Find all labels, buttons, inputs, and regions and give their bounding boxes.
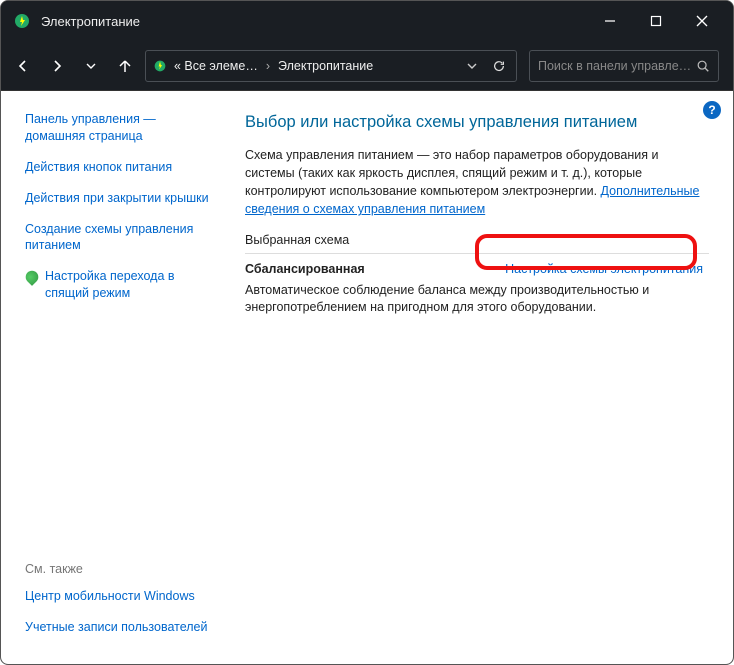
page-heading: Выбор или настройка схемы управления пит…: [245, 113, 709, 132]
address-bar[interactable]: « Все элеме… › Электропитание: [145, 50, 517, 82]
shield-icon: [23, 268, 41, 286]
address-dropdown[interactable]: [466, 60, 478, 72]
see-also-mobility-center[interactable]: Центр мобильности Windows: [25, 588, 211, 605]
back-button[interactable]: [15, 58, 31, 74]
plan-name: Сбалансированная: [245, 262, 365, 276]
titlebar: Электропитание: [1, 1, 733, 41]
refresh-button[interactable]: [492, 59, 506, 73]
window-title: Электропитание: [41, 14, 587, 29]
breadcrumb-separator: ›: [264, 59, 272, 73]
plan-settings-link[interactable]: Настройка схемы электропитания: [505, 262, 703, 276]
sidebar-item-create-plan[interactable]: Создание схемы управления питанием: [25, 221, 211, 255]
search-input[interactable]: Поиск в панели управлен…: [529, 50, 719, 82]
sidebar-item-sleep-settings[interactable]: Настройка перехода в спящий режим: [45, 268, 211, 302]
up-button[interactable]: [117, 58, 133, 74]
search-icon[interactable]: [696, 59, 710, 73]
close-button[interactable]: [679, 1, 725, 41]
maximize-button[interactable]: [633, 1, 679, 41]
sidebar-item-button-actions[interactable]: Действия кнопок питания: [25, 159, 172, 176]
sidebar-item-lid-actions[interactable]: Действия при закрытии крышки: [25, 190, 209, 207]
forward-button[interactable]: [49, 58, 65, 74]
power-plan-row: Сбалансированная Настройка схемы электро…: [245, 262, 709, 276]
content-area: ? Панель управления — домашняя страница …: [1, 91, 733, 664]
sidebar: Панель управления — домашняя страница Де…: [1, 91, 221, 664]
nav-buttons: [15, 58, 133, 74]
sidebar-item-home[interactable]: Панель управления — домашняя страница: [25, 111, 211, 145]
app-icon: [13, 12, 31, 30]
window: Электропитание: [0, 0, 734, 665]
address-icon: [152, 58, 168, 74]
plan-description: Автоматическое соблюдение баланса между …: [245, 282, 709, 317]
search-placeholder: Поиск в панели управлен…: [538, 59, 696, 73]
see-also-user-accounts[interactable]: Учетные записи пользователей: [25, 619, 211, 636]
minimize-button[interactable]: [587, 1, 633, 41]
see-also-label: См. также: [25, 562, 211, 576]
main-panel: Выбор или настройка схемы управления пит…: [221, 91, 733, 664]
navbar: « Все элеме… › Электропитание Поиск в па…: [1, 41, 733, 91]
breadcrumb-parent[interactable]: « Все элеме…: [174, 59, 258, 73]
window-controls: [587, 1, 725, 41]
recent-dropdown[interactable]: [83, 58, 99, 74]
page-description: Схема управления питанием — это набор па…: [245, 146, 709, 219]
section-label: Выбранная схема: [245, 233, 709, 254]
breadcrumb-current[interactable]: Электропитание: [278, 59, 373, 73]
